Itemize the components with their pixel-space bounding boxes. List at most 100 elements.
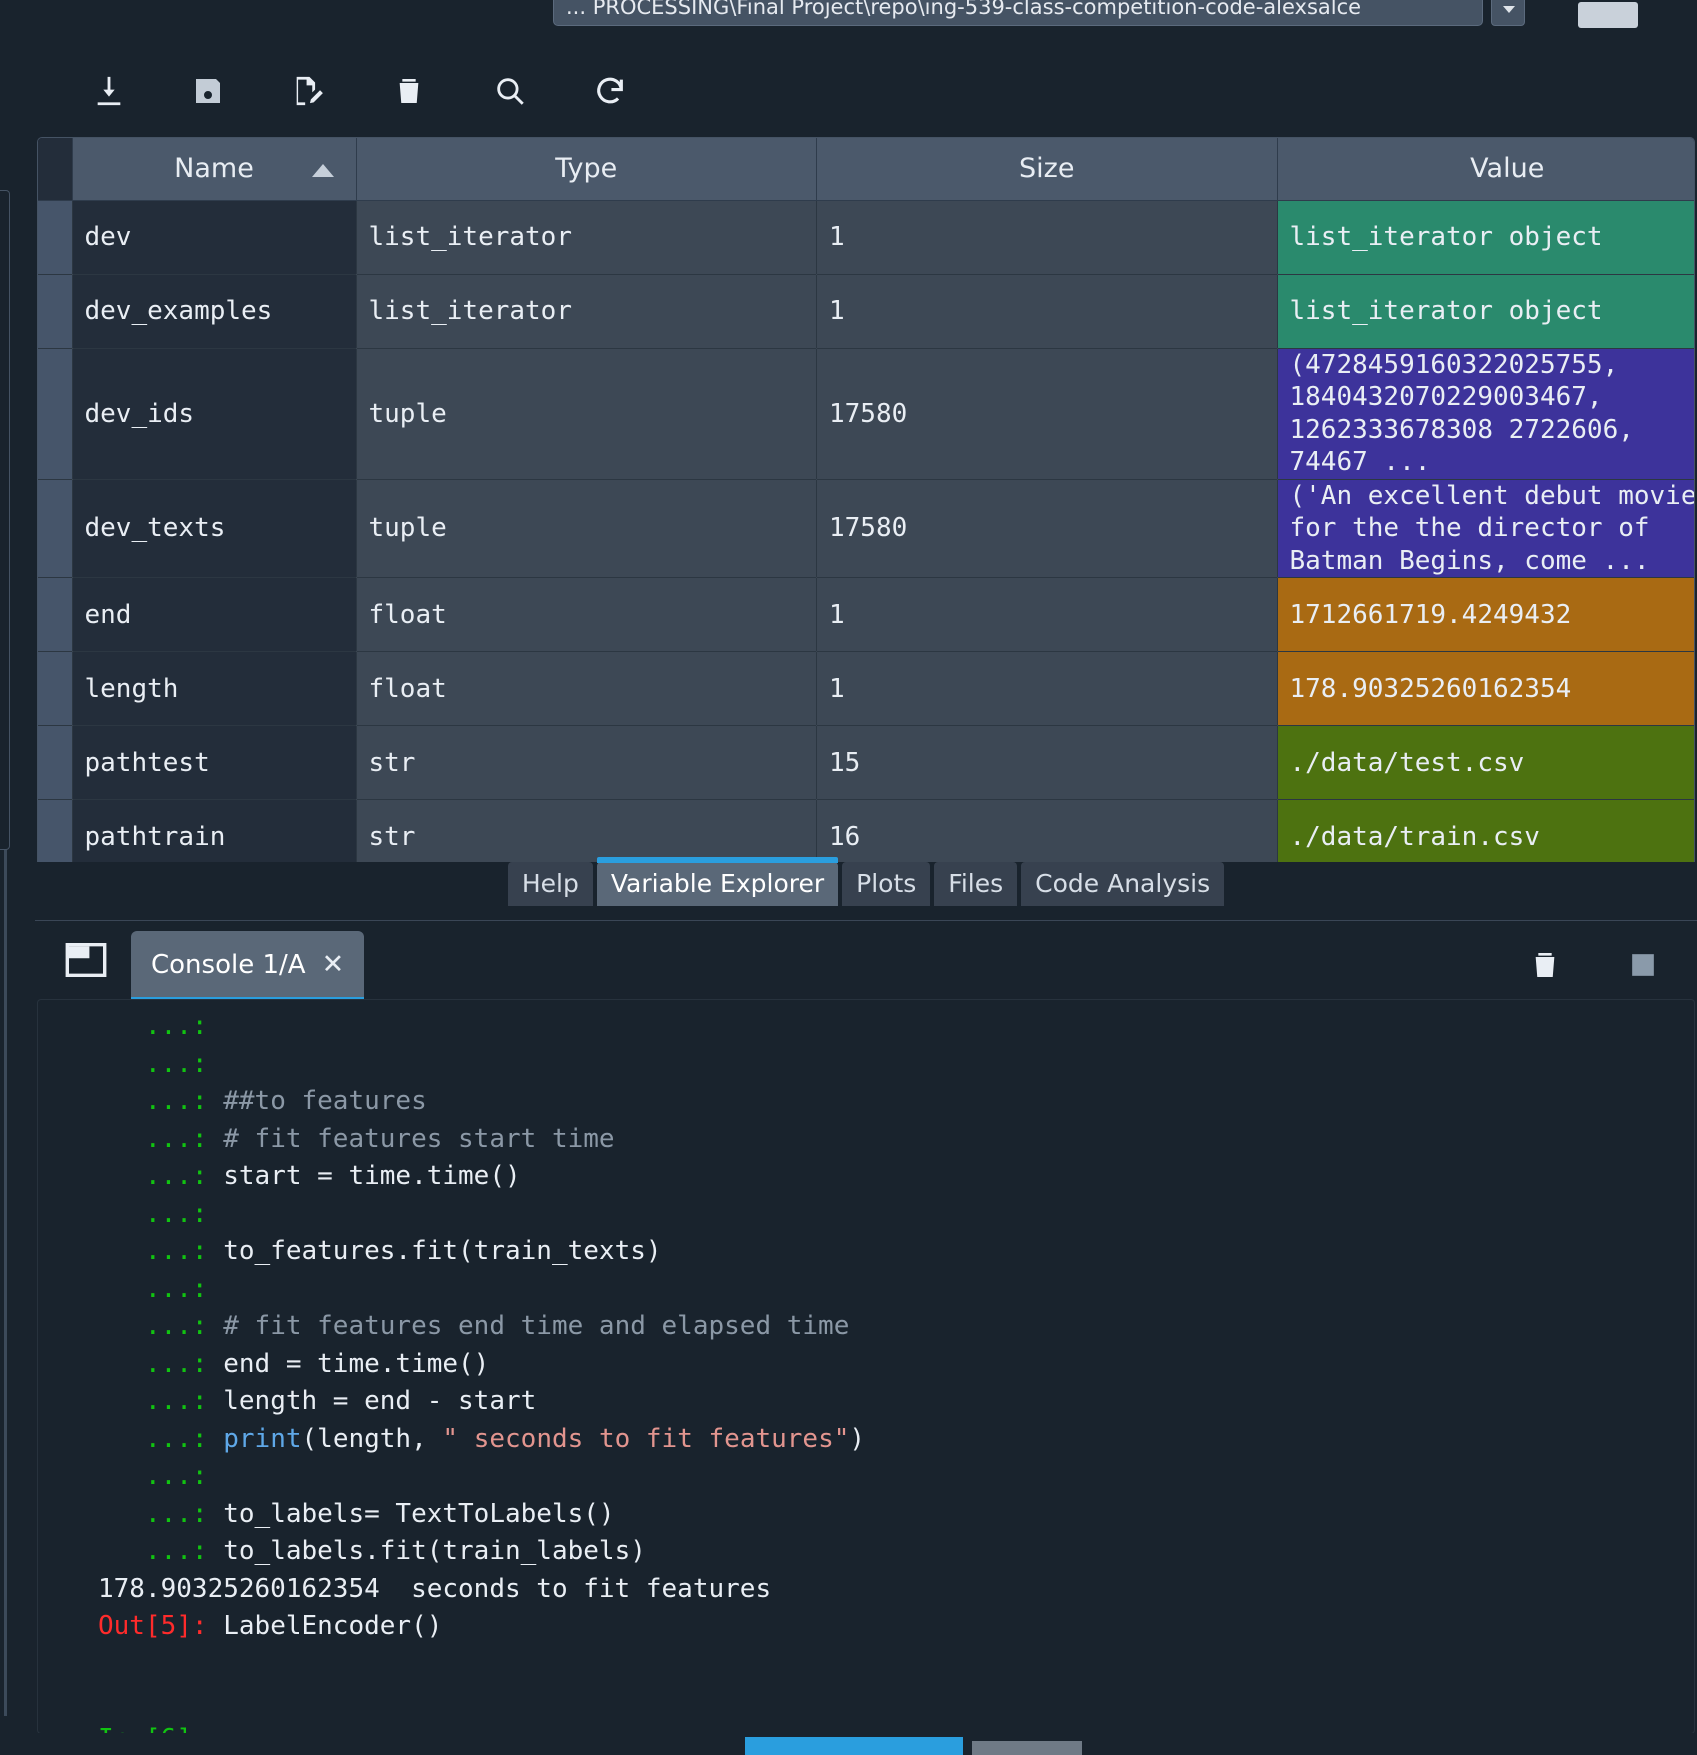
tab-variable-explorer[interactable]: Variable Explorer xyxy=(596,857,839,906)
console-line: ...: xyxy=(98,1198,208,1229)
console-line: ...: xyxy=(98,1461,208,1491)
console-line: ...: xyxy=(98,1048,208,1079)
ipython-console-pane: Console 1/A ✕ ...: ...: ...: ##to featur… xyxy=(35,920,1697,1755)
table-row[interactable]: end float 1 1712661719.4249432 xyxy=(38,577,1694,652)
remove-all-variables-icon[interactable] xyxy=(1521,941,1569,989)
console-input-prompt[interactable]: In [6]: xyxy=(38,1721,1694,1734)
cell-variable-value: 178.90325260162354 xyxy=(1277,651,1694,726)
row-handle[interactable] xyxy=(38,200,73,275)
path-dropdown-button[interactable] xyxy=(1491,0,1525,26)
cell-variable-type: float xyxy=(356,577,817,652)
cell-variable-type: str xyxy=(356,725,817,800)
cell-variable-name: dev_examples xyxy=(72,274,357,349)
console-line: ...: to_labels= TextToLabels() xyxy=(98,1498,615,1529)
cell-variable-value: ('An excellent debut movie for the the d… xyxy=(1277,479,1694,578)
cell-variable-size: 15 xyxy=(816,725,1278,800)
console-line: ...: to_labels.fit(train_labels) xyxy=(98,1536,646,1566)
console-line: ...: end = time.time() xyxy=(98,1348,490,1379)
column-header-name-label: Name xyxy=(174,153,254,185)
status-secondary-chip xyxy=(972,1741,1082,1755)
console-tab-label: Console 1/A xyxy=(151,950,306,980)
cell-variable-type: tuple xyxy=(356,348,817,480)
cell-variable-size: 17580 xyxy=(816,479,1278,578)
console-line: ...: # fit features end time and elapsed… xyxy=(98,1311,850,1341)
remove-all-variables-icon[interactable] xyxy=(383,65,435,117)
cell-variable-value: 1712661719.4249432 xyxy=(1277,577,1694,652)
row-handle[interactable] xyxy=(38,479,73,578)
row-handle[interactable] xyxy=(38,274,73,349)
cell-variable-name: dev xyxy=(72,200,357,275)
console-out-line: Out[5]: LabelEncoder() xyxy=(98,1611,443,1641)
variable-table-header-row: Name Type Size Value xyxy=(38,138,1694,201)
search-icon[interactable] xyxy=(484,65,536,117)
row-handle[interactable] xyxy=(38,348,73,480)
console-line: ...: to_features.fit(train_texts) xyxy=(98,1236,662,1266)
browse-tabs-icon[interactable] xyxy=(65,943,107,977)
cell-variable-type: float xyxy=(356,651,817,726)
cell-variable-size: 1 xyxy=(816,577,1278,652)
save-data-icon[interactable] xyxy=(182,65,234,117)
left-pane-edge xyxy=(0,190,10,850)
console-header: Console 1/A ✕ xyxy=(35,921,1697,1002)
cell-variable-value: list_iterator object xyxy=(1277,200,1694,275)
tab-files[interactable]: Files xyxy=(934,862,1018,906)
console-line: ...: xyxy=(98,1011,208,1041)
tab-help[interactable]: Help xyxy=(507,862,593,906)
row-handle-header xyxy=(38,138,73,201)
save-data-as-icon[interactable] xyxy=(282,65,334,117)
cell-variable-value: (4728459160322025755, 184043207022900346… xyxy=(1277,348,1694,480)
cell-variable-value: list_iterator object xyxy=(1277,274,1694,349)
table-row[interactable]: dev list_iterator 1 list_iterator object xyxy=(38,200,1694,275)
cell-variable-name: dev_texts xyxy=(72,479,357,578)
refresh-icon[interactable] xyxy=(584,65,636,117)
console-line: ...: ##to features xyxy=(98,1086,427,1116)
variable-table: Name Type Size Value dev list_iterator 1 li… xyxy=(38,138,1694,901)
stop-icon[interactable] xyxy=(1619,941,1667,989)
sort-ascending-icon xyxy=(311,164,334,177)
console-line: ...: length = end - start xyxy=(98,1386,537,1416)
import-data-icon[interactable] xyxy=(83,65,135,117)
column-header-name[interactable]: Name xyxy=(72,138,357,201)
browse-directory-button[interactable] xyxy=(1578,2,1638,32)
cell-variable-name: end xyxy=(72,577,357,652)
cell-variable-name: length xyxy=(72,651,357,726)
column-header-size[interactable]: Size xyxy=(816,138,1278,201)
top-path-bar: ... PROCESSING\Final Project\repo\ing-53… xyxy=(0,0,1697,38)
close-icon[interactable]: ✕ xyxy=(322,932,345,998)
working-directory-input[interactable]: ... PROCESSING\Final Project\repo\ing-53… xyxy=(553,0,1483,26)
table-row[interactable]: length float 1 178.90325260162354 xyxy=(38,651,1694,726)
cell-variable-type: list_iterator xyxy=(356,200,817,275)
console-tab[interactable]: Console 1/A ✕ xyxy=(131,931,365,1002)
cell-variable-size: 1 xyxy=(816,200,1278,275)
cell-variable-size: 1 xyxy=(816,274,1278,349)
variable-table-body: dev list_iterator 1 list_iterator object dev… xyxy=(38,200,1694,901)
console-output[interactable]: ...: ...: ...: ##to features ...: # fit … xyxy=(37,999,1695,1734)
table-row[interactable]: pathtest str 15 ./data/test.csv xyxy=(38,725,1694,800)
variable-explorer-pane: Name Type Size Value dev list_iterator 1 li… xyxy=(35,45,1697,902)
console-line: ...: xyxy=(98,1273,208,1304)
column-header-type[interactable]: Type xyxy=(356,138,817,201)
tab-plots[interactable]: Plots xyxy=(842,862,931,906)
tab-code-analysis[interactable]: Code Analysis xyxy=(1021,862,1225,906)
row-handle[interactable] xyxy=(38,577,73,652)
console-line: ...: # fit features start time xyxy=(98,1123,615,1154)
row-handle[interactable] xyxy=(38,725,73,800)
status-progress-chip xyxy=(745,1737,963,1755)
cell-variable-type: list_iterator xyxy=(356,274,817,349)
folder-icon xyxy=(1578,2,1638,28)
column-header-value[interactable]: Value xyxy=(1277,138,1694,201)
table-row[interactable]: dev_examples list_iterator 1 list_iterator … xyxy=(38,274,1694,349)
row-handle[interactable] xyxy=(38,651,73,726)
cell-variable-size: 1 xyxy=(816,651,1278,726)
cell-variable-size: 17580 xyxy=(816,348,1278,480)
table-row[interactable]: dev_ids tuple 17580 (4728459160322025755, 1… xyxy=(38,348,1694,480)
spyder-ide-window: ... PROCESSING\Final Project\repo\ing-53… xyxy=(0,0,1697,1755)
bottom-pane-tabbar: Help Variable Explorer Plots Files Code Anal… xyxy=(35,857,1697,914)
cell-variable-name: pathtest xyxy=(72,725,357,800)
console-stdout: 178.90325260162354 seconds to fit featur… xyxy=(98,1573,772,1604)
table-row[interactable]: dev_texts tuple 17580 ('An excellent debut … xyxy=(38,479,1694,578)
variable-table-container[interactable]: Name Type Size Value dev list_iterator 1 li… xyxy=(37,137,1695,902)
cell-variable-name: dev_ids xyxy=(72,348,357,480)
